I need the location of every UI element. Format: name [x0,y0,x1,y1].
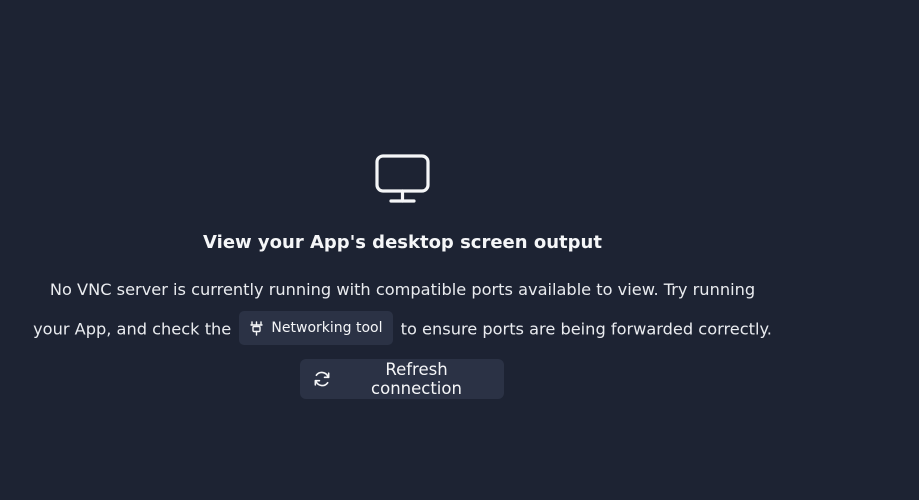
description-line-1: No VNC server is currently running with … [49,280,756,299]
refresh-icon [314,371,330,387]
refresh-connection-button[interactable]: Refresh connection [300,359,504,399]
networking-tool-link[interactable]: Networking tool [239,311,393,345]
description-line-2: your App, and check the Networking tool … [0,311,805,347]
networking-tool-label: Networking tool [271,320,383,336]
empty-state-title: View your App's desktop screen output [203,232,602,253]
vnc-empty-state: View your App's desktop screen output No… [0,0,805,500]
monitor-icon [375,154,430,203]
network-icon [250,320,264,336]
refresh-button-label: Refresh connection [371,360,462,398]
description-text-before: your App, and check the [33,319,232,339]
description-text-after: to ensure ports are being forwarded corr… [400,319,772,339]
